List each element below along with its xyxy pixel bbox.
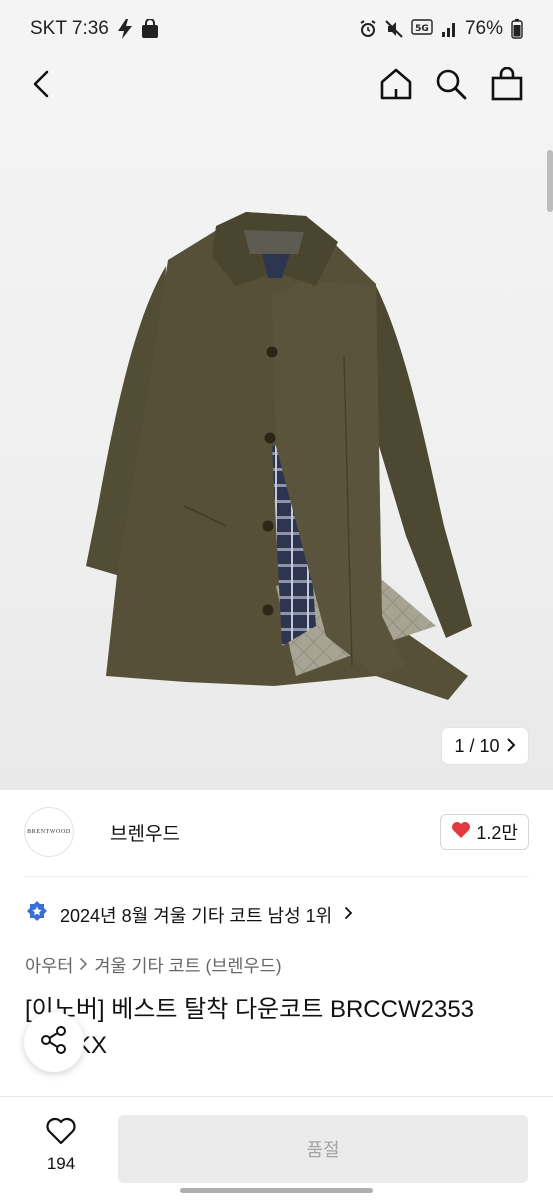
battery-text: 76%: [464, 18, 503, 39]
carrier-time: SKT 7:36: [30, 18, 109, 39]
status-right: 5G 76%: [359, 18, 523, 40]
chevron-right-icon: [506, 736, 516, 757]
ranking-link[interactable]: 2024년 8월 겨울 기타 코트 남성 1위: [26, 900, 353, 929]
home-button[interactable]: [376, 64, 416, 108]
status-left: SKT 7:36: [30, 18, 159, 40]
battery-icon: [511, 19, 523, 39]
ranking-badge-icon: [26, 900, 48, 929]
cart-button[interactable]: [487, 64, 527, 108]
search-button[interactable]: [431, 64, 471, 108]
chevron-left-icon: [31, 69, 53, 104]
product-title-line: KX: [75, 1032, 108, 1059]
breadcrumb-item[interactable]: 겨울 기타 코트 (브렌우드): [94, 953, 281, 978]
product-image-gallery[interactable]: 1 / 10: [0, 58, 553, 790]
brand-logo[interactable]: BRENTWOOD: [24, 807, 74, 857]
signal-icon: [441, 20, 457, 38]
brand-like-button[interactable]: 1.2만: [440, 814, 529, 850]
brand-logo-text: BRENTWOOD: [27, 829, 71, 835]
5g-icon: 5G: [411, 19, 433, 39]
share-icon: [39, 1025, 69, 1060]
svg-text:5G: 5G: [415, 24, 429, 34]
wishlist-count: 194: [46, 1154, 76, 1173]
chevron-right-icon: [344, 904, 353, 925]
wishlist-button[interactable]: 194: [34, 1117, 88, 1174]
home-icon: [379, 67, 413, 106]
alarm-icon: [359, 20, 377, 38]
search-icon: [434, 67, 468, 106]
back-button[interactable]: [22, 64, 62, 108]
home-indicator[interactable]: [180, 1188, 373, 1193]
ranking-text: 2024년 8월 겨울 기타 코트 남성 1위: [60, 905, 333, 926]
status-bar: SKT 7:36 5G 76%: [0, 0, 553, 58]
heart-filled-icon: [451, 821, 471, 844]
brand-name[interactable]: 브렌우드: [110, 819, 180, 846]
bag-icon: [141, 19, 159, 39]
brand-like-count: 1.2만: [476, 823, 518, 843]
chevron-right-icon: [79, 955, 88, 976]
heart-outline-icon: [45, 1117, 77, 1150]
bottom-action-bar: 194 품절: [0, 1096, 553, 1200]
brand-row[interactable]: BRENTWOOD 브렌우드 1.2만: [24, 806, 529, 858]
product-title: [이노버] 베스트 탈착 다운코트 BRCCW2353 KX: [25, 992, 535, 1064]
product-title-line: [이노버] 베스트 탈착 다운코트 BRCCW2353: [25, 996, 475, 1023]
image-counter-text: 1 / 10: [454, 735, 500, 756]
shopping-bag-icon: [491, 66, 523, 106]
soldout-label: 품절: [306, 1140, 340, 1160]
product-image: [86, 212, 472, 700]
image-counter[interactable]: 1 / 10: [442, 728, 528, 764]
breadcrumb: 아우터 겨울 기타 코트 (브렌우드): [25, 953, 282, 978]
share-button[interactable]: [24, 1012, 84, 1072]
mute-icon: [385, 20, 403, 38]
divider: [24, 876, 529, 877]
charging-bolt-icon: [117, 19, 133, 39]
page-scrollbar[interactable]: [547, 150, 553, 212]
breadcrumb-item[interactable]: 아우터: [25, 953, 73, 978]
soldout-button[interactable]: 품절: [118, 1115, 528, 1183]
